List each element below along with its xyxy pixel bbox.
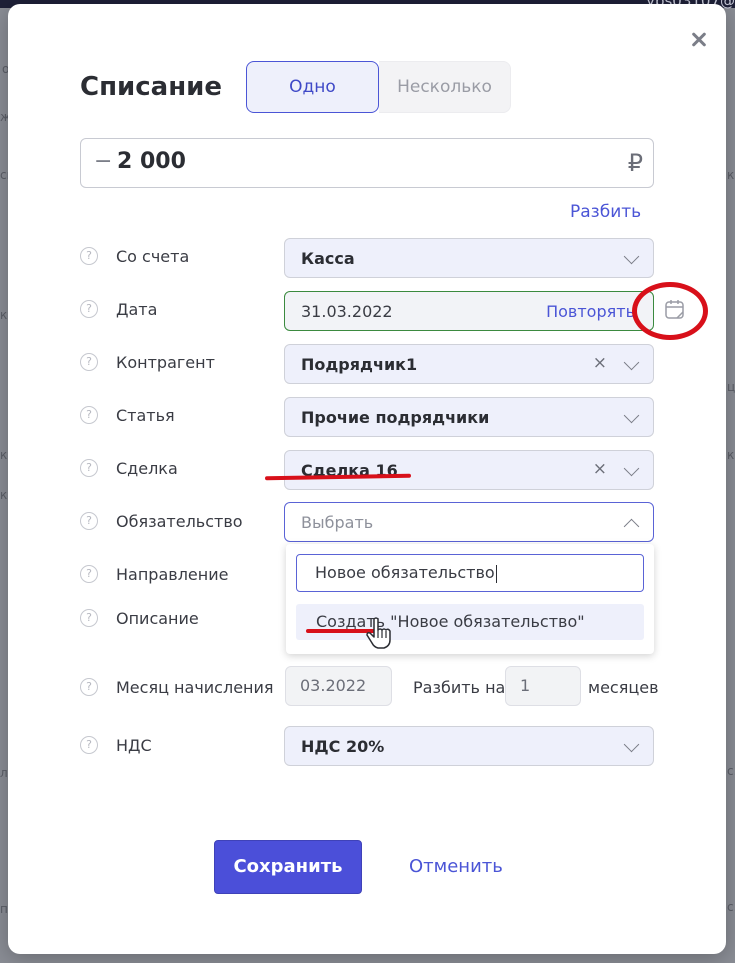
split-link[interactable]: Разбить [570,202,641,222]
chevron-down-icon [623,407,640,424]
clear-icon[interactable]: × [593,353,607,373]
deal-label: Сделка [116,459,178,478]
split-count-input[interactable]: 1 [505,666,581,706]
help-icon[interactable]: ? [80,678,98,696]
description-label: Описание [116,609,199,628]
help-icon[interactable]: ? [80,247,98,265]
help-icon[interactable]: ? [80,300,98,318]
counterparty-label: Контрагент [116,353,215,372]
search-text: Новое обязательство [315,563,495,582]
accrual-month-label: Месяц начисления [116,678,274,697]
background-text: с. [727,764,735,778]
help-icon[interactable]: ? [80,565,98,583]
obligation-select[interactable]: Выбрать [284,502,654,542]
vat-label: НДС [116,736,152,755]
accrual-month-input[interactable]: 03.2022 [285,666,392,706]
deal-select[interactable]: Сделка 16 × [284,450,654,490]
ruble-icon: ₽ [627,149,643,177]
modal-title: Списание [80,72,223,102]
help-icon[interactable]: ? [80,609,98,627]
help-icon[interactable]: ? [80,459,98,477]
chevron-down-icon [623,248,640,265]
minus-sign: − [94,149,113,174]
text-caret [495,564,497,583]
obligation-dropdown: Новое обязательство Создать "Новое обяза… [286,544,654,654]
background-text: п [0,902,8,916]
article-select[interactable]: Прочие подрядчики [284,397,654,437]
split-on-label: Разбить на [413,678,506,697]
highlight-circle [632,282,708,340]
chevron-down-icon [623,460,640,477]
obligation-label: Обязательство [116,512,243,531]
hand-cursor-icon [366,617,391,649]
save-button[interactable]: Сохранить [214,840,362,894]
create-obligation-option[interactable]: Создать "Новое обязательство" [296,604,644,640]
article-value: Прочие подрядчики [301,408,490,427]
repeat-link[interactable]: Повторять [546,302,635,321]
account-value: Касса [301,249,355,268]
obligation-search-input[interactable]: Новое обязательство [296,554,644,592]
background-text: с. [727,900,735,914]
cancel-button[interactable]: Отменить [409,856,503,877]
account-label: Со счета [116,247,190,266]
counterparty-value: Подрядчик1 [301,355,418,374]
tab-single[interactable]: Одно [246,61,379,113]
help-icon[interactable]: ? [80,512,98,530]
mode-toggle: Одно Несколько [246,61,511,113]
amount-field[interactable]: − 2 000 ₽ [80,138,654,188]
chevron-down-icon [623,354,640,371]
amount-value: 2 000 [117,149,186,174]
tab-multiple[interactable]: Несколько [379,61,511,113]
vat-value: НДС 20% [301,737,385,756]
obligation-placeholder: Выбрать [301,513,374,532]
vat-select[interactable]: НДС 20% [284,726,654,766]
close-icon[interactable] [686,26,714,54]
background-text: ки [727,448,735,462]
background-text: ки [727,168,735,182]
date-input[interactable]: 31.03.2022 Повторять [284,291,654,331]
help-icon[interactable]: ? [80,736,98,754]
chevron-down-icon [623,736,640,753]
clear-icon[interactable]: × [593,459,607,479]
help-icon[interactable]: ? [80,406,98,424]
date-label: Дата [116,300,158,319]
write-off-modal: Списание Одно Несколько − 2 000 ₽ Разбит… [8,4,726,954]
date-value: 31.03.2022 [301,302,393,321]
chevron-up-icon [623,518,640,535]
counterparty-select[interactable]: Подрядчик1 × [284,344,654,384]
direction-label: Направление [116,565,229,584]
article-label: Статья [116,406,175,425]
account-select[interactable]: Касса [284,238,654,278]
background-text: ц [727,380,735,394]
help-icon[interactable]: ? [80,353,98,371]
months-label: месяцев [588,678,659,697]
